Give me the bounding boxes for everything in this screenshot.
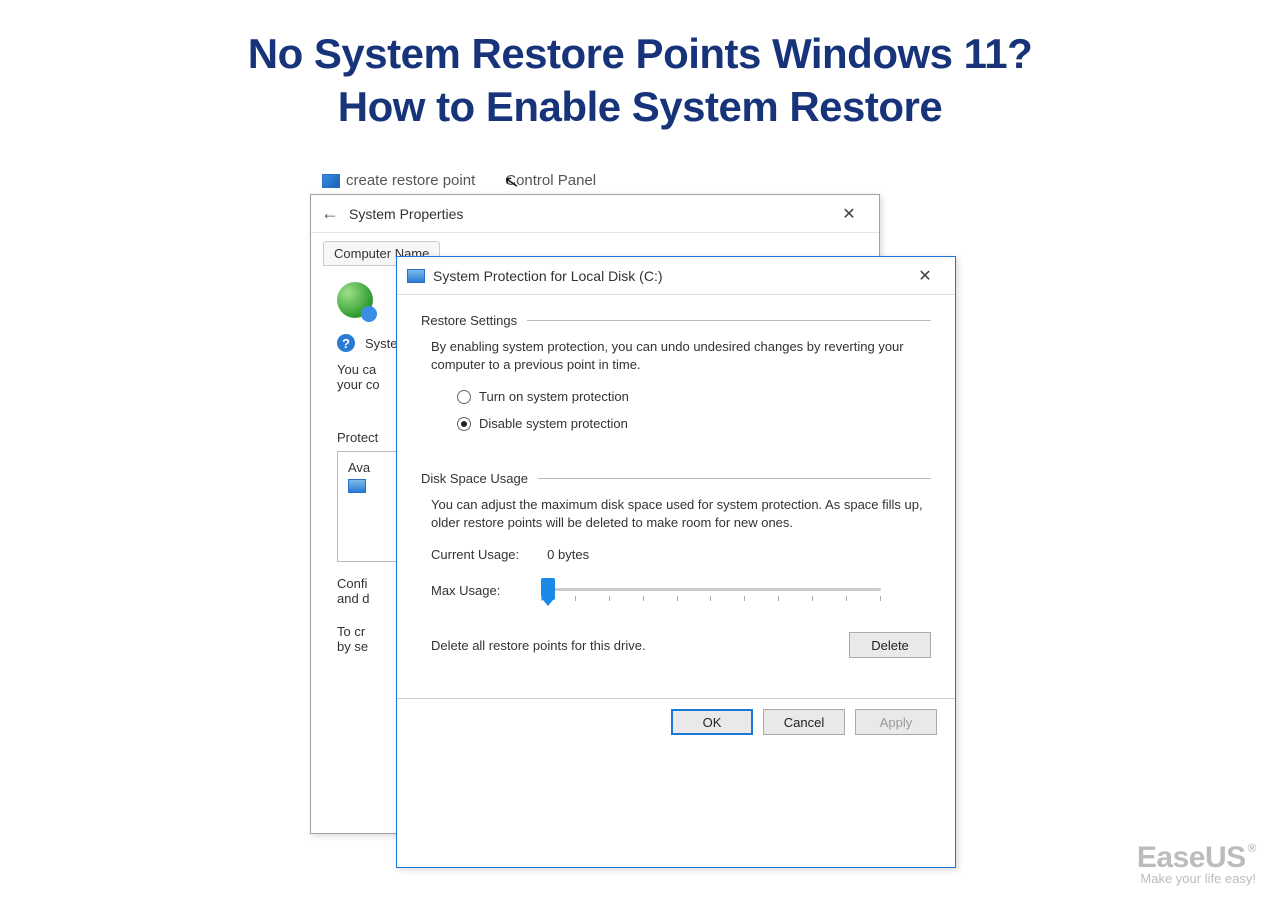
search-text: create restore point xyxy=(346,172,475,189)
help-icon[interactable]: ? xyxy=(337,334,355,352)
current-usage-value: 0 bytes xyxy=(547,547,589,562)
cancel-button[interactable]: Cancel xyxy=(763,709,845,735)
restore-settings-header: Restore Settings xyxy=(421,313,931,328)
restore-settings-label: Restore Settings xyxy=(421,313,517,328)
headline-line2: How to Enable System Restore xyxy=(0,81,1280,134)
dialog-titlebar[interactable]: System Protection for Local Disk (C:) ✕ xyxy=(397,257,955,295)
slider-ticks xyxy=(541,596,881,601)
disk-usage-header: Disk Space Usage xyxy=(421,471,931,486)
max-usage-label: Max Usage: xyxy=(431,583,521,598)
system-protection-dialog: System Protection for Local Disk (C:) ✕ … xyxy=(396,256,956,868)
disk-usage-label: Disk Space Usage xyxy=(421,471,528,486)
delete-button[interactable]: Delete xyxy=(849,632,931,658)
brand-tagline: Make your life easy! xyxy=(1137,871,1256,886)
disk-usage-description: You can adjust the maximum disk space us… xyxy=(421,496,931,531)
watermark: EaseUS® Make your life easy! xyxy=(1137,841,1256,886)
dialog-button-row: OK Cancel Apply xyxy=(397,699,955,745)
sysprops-titlebar[interactable]: ← System Properties ✕ xyxy=(311,195,879,233)
restore-settings-description: By enabling system protection, you can u… xyxy=(421,338,931,373)
system-protection-icon xyxy=(337,282,373,318)
apply-button[interactable]: Apply xyxy=(855,709,937,735)
back-icon[interactable]: ← xyxy=(321,203,339,224)
control-panel-icon xyxy=(322,174,340,188)
drive-icon xyxy=(348,479,366,493)
dialog-title: System Protection for Local Disk (C:) xyxy=(433,268,663,284)
radio-on-label: Turn on system protection xyxy=(479,389,629,404)
radio-disable[interactable]: Disable system protection xyxy=(457,416,931,431)
ok-button[interactable]: OK xyxy=(671,709,753,735)
sysprops-title: System Properties xyxy=(349,206,463,222)
radio-off-label: Disable system protection xyxy=(479,416,628,431)
divider xyxy=(527,320,931,321)
current-usage-label: Current Usage: xyxy=(431,547,519,562)
page-headline: No System Restore Points Windows 11? How… xyxy=(0,0,1280,133)
drive-icon xyxy=(407,269,425,283)
divider xyxy=(538,478,931,479)
close-icon[interactable]: ✕ xyxy=(905,261,945,291)
brand-name: EaseUS® xyxy=(1137,841,1256,875)
radio-turn-on[interactable]: Turn on system protection xyxy=(457,389,931,404)
delete-description: Delete all restore points for this drive… xyxy=(431,638,646,653)
protection-radio-group: Turn on system protection Disable system… xyxy=(421,389,931,431)
max-usage-slider[interactable] xyxy=(541,576,881,604)
slider-track xyxy=(541,588,881,591)
headline-line1: No System Restore Points Windows 11? xyxy=(0,28,1280,81)
radio-icon[interactable] xyxy=(457,390,471,404)
control-panel-breadcrumb: create restore point Control Panel xyxy=(322,172,596,189)
radio-icon[interactable] xyxy=(457,417,471,431)
close-icon[interactable]: ✕ xyxy=(829,199,869,229)
